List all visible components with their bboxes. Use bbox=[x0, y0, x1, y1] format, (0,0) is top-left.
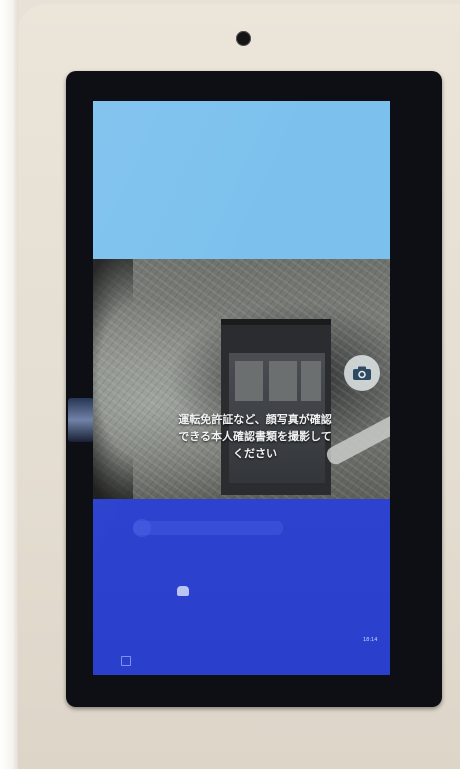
camera-icon bbox=[353, 366, 371, 380]
faded-text-row bbox=[133, 521, 283, 535]
pointer-icon bbox=[177, 586, 189, 596]
background-wall bbox=[0, 0, 18, 769]
instruction-line: できる本人確認書類を撮影して bbox=[178, 430, 332, 443]
shutter-button[interactable] bbox=[344, 355, 380, 391]
instruction-line: 運転免許証など、顔写真が確認 bbox=[178, 413, 332, 426]
camera-vignette bbox=[93, 259, 133, 499]
camera-scene-pane bbox=[301, 361, 321, 401]
instruction-line: ください bbox=[233, 447, 277, 460]
top-blank-panel bbox=[93, 101, 390, 259]
bottom-panel: 18:14 bbox=[93, 499, 390, 675]
camera-preview: 運転免許証など、顔写真が確認 できる本人確認書類を撮影して ください bbox=[93, 259, 390, 499]
kiosk-screen: 運転免許証など、顔写真が確認 できる本人確認書類を撮影して ください 18:14 bbox=[93, 101, 390, 675]
front-camera-lens bbox=[236, 31, 251, 46]
camera-scene-pane bbox=[235, 361, 263, 401]
bezel-reflection bbox=[68, 398, 94, 442]
camera-scene-pane bbox=[269, 361, 297, 401]
status-clock: 18:14 bbox=[363, 637, 378, 643]
capture-instruction: 運転免許証など、顔写真が確認 できる本人確認書類を撮影して ください bbox=[145, 411, 365, 462]
home-icon[interactable] bbox=[121, 656, 131, 666]
